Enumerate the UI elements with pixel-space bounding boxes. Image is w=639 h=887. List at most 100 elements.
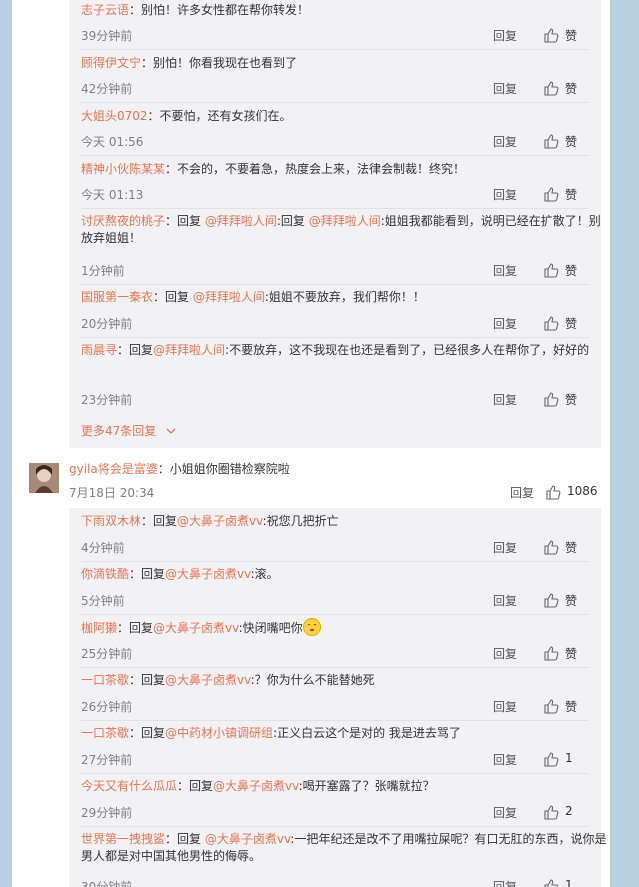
reply-button[interactable]: 回复 [493,315,517,332]
like-button[interactable]: 赞 [543,184,589,204]
reply-author[interactable]: 下雨双木林 [81,514,141,528]
reply-author[interactable]: 一口茶歇 [81,673,129,687]
divider [81,337,589,338]
like-button[interactable]: 赞 [543,643,589,663]
reply-text: 雨晨寻：回复@拜拜啦人间:不要放弃，这不我现在也还是看到了，已经很多人在帮你了，… [81,341,589,358]
like-button[interactable]: 2 [543,802,589,822]
thumb-up-icon[interactable] [543,751,559,767]
divider [81,720,589,721]
reply-button[interactable]: 回复 [493,698,517,715]
like-button[interactable]: 赞 [543,260,589,280]
like-label: 赞 [565,541,578,555]
reply-button[interactable]: 回复 [493,751,517,768]
divider [81,773,589,774]
mention-link[interactable]: @大鼻子卤煮vv [177,514,263,528]
reply-button[interactable]: 回复 [493,804,517,821]
main-comment-like-button[interactable]: 1086 [545,482,601,502]
reply-meta: 27分钟前 回复 1 [81,749,589,769]
reply-meta: 23分钟前 回复 赞 [81,389,589,409]
thumb-up-icon[interactable] [543,592,559,608]
thumb-up-icon[interactable] [543,804,559,820]
reply-button[interactable]: 回复 [493,592,517,609]
reply-button[interactable]: 回复 [493,80,517,97]
reply-author[interactable]: 一口茶歇 [81,726,129,740]
reply-author[interactable]: 顾得伊文宁 [81,56,141,70]
reply-time: 5分钟前 [81,594,125,608]
reply-prefix: ：回复 [129,726,166,740]
reply-button[interactable]: 回复 [493,539,517,556]
reply-author[interactable]: 讨厌熬夜的桃子 [81,214,165,228]
like-label: 赞 [565,647,578,661]
reply-author[interactable]: 大姐头0702 [81,109,148,123]
reply-author[interactable]: 雨晨寻 [81,343,117,357]
like-button[interactable]: 赞 [543,131,589,151]
mention-link[interactable]: @中药材小镇调研组 [165,726,273,740]
thumb-up-icon[interactable] [543,133,559,149]
reply-button[interactable]: 回复 [493,186,517,203]
mention-link[interactable]: @大鼻子卤煮vv [165,567,251,581]
reply-meta: 30分钟前 回复 1 [81,876,589,887]
thumb-up-icon[interactable] [545,484,561,500]
mention-link[interactable]: @大鼻子卤煮vv [165,673,251,687]
thumb-up-icon[interactable] [543,80,559,96]
main-comment-author[interactable]: gyila将会是富婆 [69,462,158,476]
thumb-up-icon[interactable] [543,262,559,278]
reply-author[interactable]: 精神小伙陈某某 [81,162,165,176]
reply-time: 42分钟前 [81,82,133,96]
reply-time: 25分钟前 [81,647,133,661]
reply-text: 精神小伙陈某某：不会的，不要着急，热度会上来，法律会制裁！终究！ [81,160,465,177]
like-button[interactable]: 赞 [543,313,589,333]
reply-author[interactable]: 你滴铁酷 [81,567,129,581]
reply-author[interactable]: 志子云语 [81,3,129,17]
reply-author[interactable]: 今天又有什么瓜瓜 [81,779,177,793]
like-button[interactable]: 赞 [543,590,589,610]
mention-link[interactable]: @大鼻子卤煮vv [213,779,299,793]
thumb-up-icon[interactable] [543,878,559,887]
reply-button[interactable]: 回复 [493,27,517,44]
mention-link[interactable]: @拜拜啦人间 [309,214,381,228]
reply-button[interactable]: 回复 [493,262,517,279]
mention-link[interactable]: @拜拜啦人间 [205,214,277,228]
reply-body: ：不要怕，还有女孩们在。 [147,109,292,123]
main-comment-reply-button[interactable]: 回复 [510,484,534,501]
thumb-up-icon[interactable] [543,186,559,202]
reply-button[interactable]: 回复 [493,391,517,408]
divider [81,155,589,156]
reply-button[interactable]: 回复 [493,133,517,150]
thumb-up-icon[interactable] [543,315,559,331]
mention-link[interactable]: @大鼻子卤煮vv [153,621,239,635]
reply-button[interactable]: 回复 [493,645,517,662]
like-button[interactable]: 1 [543,749,589,769]
reply-author[interactable]: 世界第一拽拽鲨 [81,832,165,846]
like-button[interactable]: 1 [543,876,589,887]
more-replies-link[interactable]: 更多47条回复 [81,422,176,439]
reply-author[interactable]: 国服第一秦衣 [81,290,153,304]
thumb-up-icon[interactable] [543,27,559,43]
reply-button[interactable]: 回复 [493,878,517,887]
thumb-up-icon[interactable] [543,391,559,407]
avatar[interactable] [29,463,59,493]
like-button[interactable]: 赞 [543,389,589,409]
chevron-down-icon[interactable] [166,424,176,438]
mention-link[interactable]: @大鼻子卤煮vv [205,832,291,846]
reply-time: 30分钟前 [81,880,133,887]
divider [81,614,589,615]
reply-prefix: ：回复 [165,832,205,846]
like-button[interactable]: 赞 [543,537,589,557]
like-button[interactable]: 赞 [543,25,589,45]
mention-link[interactable]: @拜拜啦人间 [153,343,225,357]
like-button[interactable]: 赞 [543,696,589,716]
thumb-up-icon[interactable] [543,645,559,661]
reply-author[interactable]: 枷阿獭 [81,621,117,635]
like-count: 1 [565,751,573,765]
mention-link[interactable]: @拜拜啦人间 [193,290,265,304]
thumb-up-icon[interactable] [543,539,559,555]
reply-text: 世界第一拽拽鲨：回复 @大鼻子卤煮vv:一把年纪还是改不了用嘴拉屎呢？有口无肛的… [81,830,610,864]
reply-text: 顾得伊文宁：别怕！你看我现在也看到了 [81,54,297,71]
main-comment-time: 7月18日 20:34 [69,486,155,500]
like-label: 赞 [565,317,578,331]
reply-time: 20分钟前 [81,317,133,331]
thumb-up-icon[interactable] [543,698,559,714]
more-replies-label[interactable]: 更多47条回复 [81,424,156,438]
like-button[interactable]: 赞 [543,78,589,98]
